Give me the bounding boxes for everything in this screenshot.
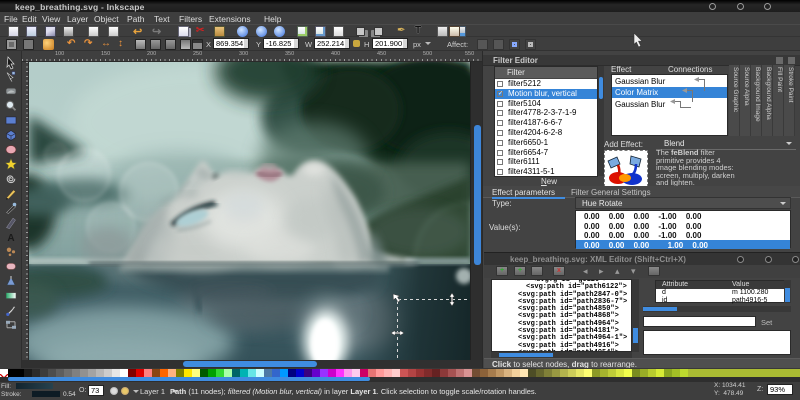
svg-text:A: A xyxy=(7,233,14,244)
